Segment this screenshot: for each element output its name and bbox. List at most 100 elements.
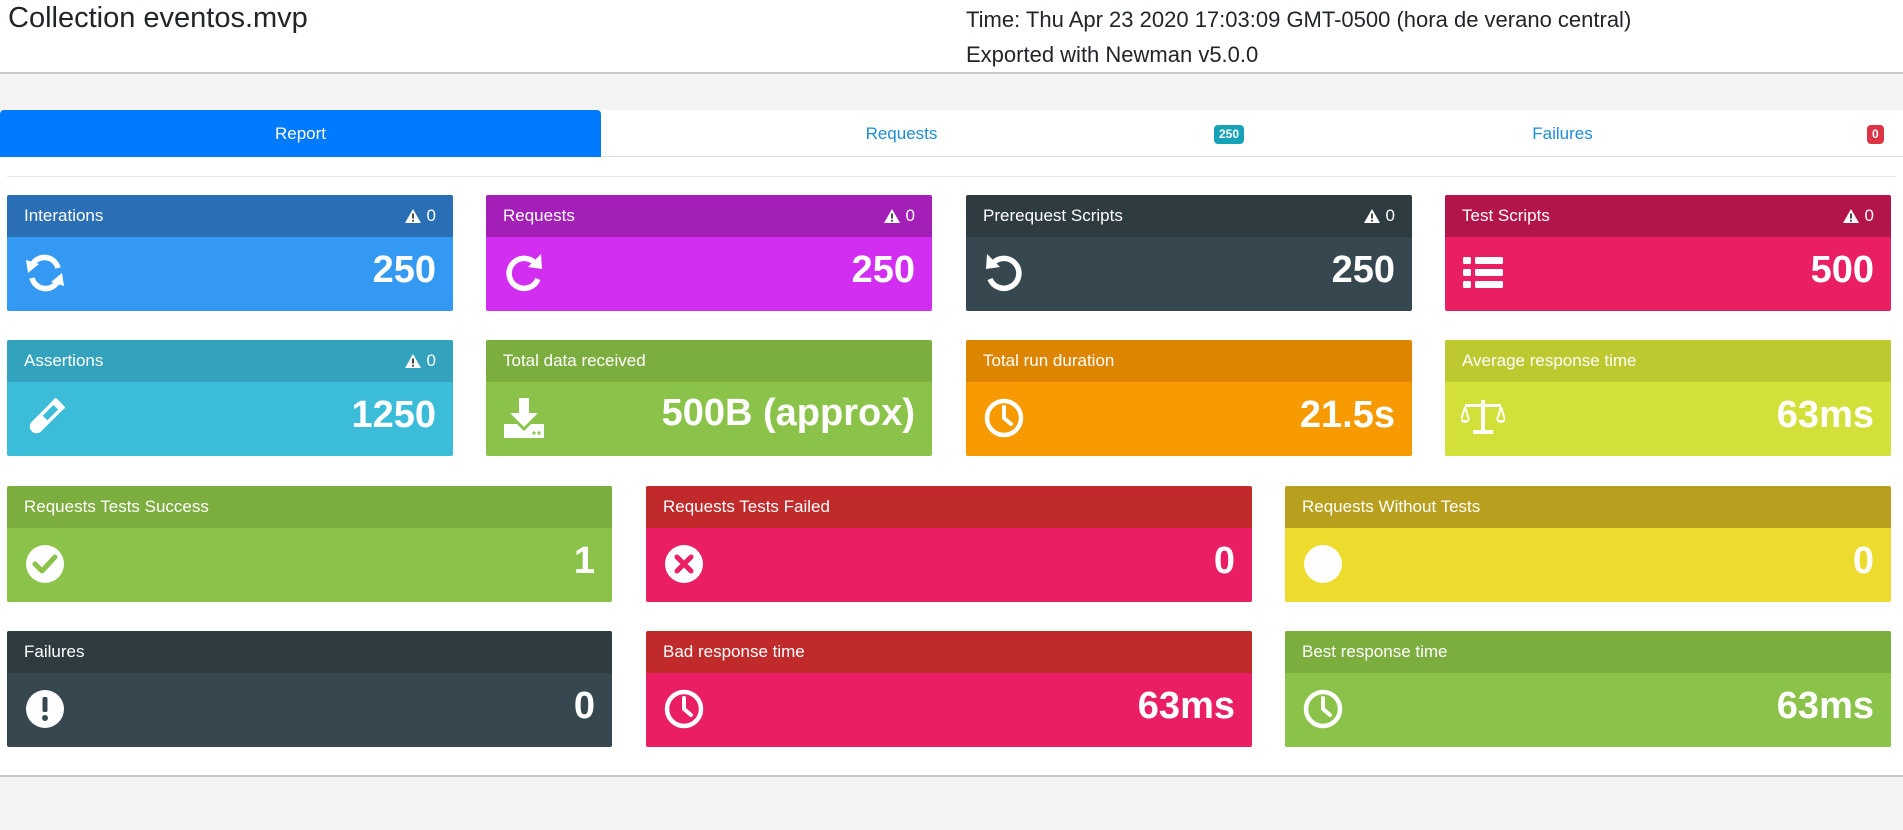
tab-failures[interactable]: Failures 0 — [1262, 110, 1884, 157]
best-response-value: 63ms — [1776, 685, 1874, 727]
warning-count: 0 — [1842, 195, 1874, 237]
card-header: Assertions 0 — [7, 340, 453, 382]
card-title: Requests Tests Failed — [663, 497, 830, 516]
card-title: Total data received — [503, 351, 646, 370]
warning-count: 0 — [883, 195, 915, 237]
warning-icon — [404, 209, 421, 223]
times-circle-icon — [665, 545, 703, 583]
warning-icon — [883, 209, 900, 223]
warning-count: 0 — [1363, 195, 1395, 237]
card-header: Best response time — [1285, 631, 1891, 673]
clock-icon — [1303, 689, 1343, 729]
card-header: Prerequest Scripts 0 — [966, 195, 1412, 237]
assertions-card: Assertions 0 1250 — [7, 340, 453, 456]
warning-count-value: 0 — [1385, 206, 1395, 225]
card-title: Requests Tests Success — [24, 497, 209, 516]
test-scripts-card: Test Scripts 0 500 — [1445, 195, 1891, 311]
warning-count: 0 — [404, 340, 436, 382]
warning-count-value: 0 — [426, 351, 436, 370]
report-meta: Time: Thu Apr 23 2020 17:03:09 GMT-0500 … — [966, 2, 1631, 72]
tab-report-label: Report — [274, 123, 327, 143]
card-body: 63ms — [1445, 382, 1891, 456]
average-response-value: 63ms — [1776, 394, 1874, 436]
circle-icon — [1304, 545, 1342, 583]
card-title: Test Scripts — [1462, 206, 1550, 225]
tab-failures-label: Failures — [1532, 123, 1593, 143]
card-title: Assertions — [24, 351, 104, 370]
warning-count-value: 0 — [426, 206, 436, 225]
card-title: Interations — [24, 206, 104, 225]
card-header: Interations 0 — [7, 195, 453, 237]
warning-icon — [1363, 209, 1380, 223]
card-title: Requests — [503, 206, 575, 225]
warning-icon — [404, 354, 421, 368]
card-header: Requests Tests Failed — [646, 486, 1252, 528]
bad-response-value: 63ms — [1137, 685, 1235, 727]
card-body: 250 — [7, 237, 453, 311]
test-scripts-value: 500 — [1810, 249, 1874, 291]
card-title: Bad response time — [663, 642, 805, 661]
card-body: 1 — [7, 528, 612, 602]
exclamation-circle-icon — [26, 690, 64, 728]
download-icon — [504, 398, 544, 438]
check-circle-icon — [26, 545, 64, 583]
failures-value: 0 — [573, 685, 595, 727]
card-title: Failures — [24, 642, 85, 661]
requests-count-badge: 250 — [1214, 125, 1245, 144]
data-received-card: Total data received 500B (approx) — [486, 340, 932, 456]
prerequest-scripts-card: Prerequest Scripts 0 250 — [966, 195, 1412, 311]
prerequest-value: 250 — [1331, 249, 1395, 291]
card-header: Requests 0 — [486, 195, 932, 237]
balance-scale-icon — [1461, 400, 1505, 434]
card-body: 500B (approx) — [486, 382, 932, 456]
card-body: 500 — [1445, 237, 1891, 311]
data-received-value: 500B (approx) — [661, 392, 915, 434]
card-header: Requests Tests Success — [7, 486, 612, 528]
report-time: Time: Thu Apr 23 2020 17:03:09 GMT-0500 … — [966, 7, 1632, 32]
iterations-value: 250 — [372, 249, 436, 291]
card-title: Best response time — [1302, 642, 1448, 661]
tests-success-value: 1 — [573, 540, 595, 582]
average-response-card: Average response time 63ms — [1445, 340, 1891, 456]
tests-failed-value: 0 — [1213, 540, 1235, 582]
card-title: Requests Without Tests — [1302, 497, 1481, 516]
tests-success-card: Requests Tests Success 1 — [7, 486, 612, 602]
card-title: Average response time — [1462, 351, 1637, 370]
card-title: Prerequest Scripts — [983, 206, 1123, 225]
clock-icon — [664, 689, 704, 729]
card-header: Total run duration — [966, 340, 1412, 382]
without-tests-value: 0 — [1852, 540, 1874, 582]
warning-count-value: 0 — [905, 206, 915, 225]
tab-requests[interactable]: Requests 250 — [601, 110, 1245, 157]
assertions-value: 1250 — [351, 394, 436, 436]
card-header: Test Scripts 0 — [1445, 195, 1891, 237]
card-body: 0 — [7, 673, 612, 747]
card-title: Total run duration — [983, 351, 1115, 370]
divider — [7, 176, 1895, 177]
failures-card: Failures 0 — [7, 631, 612, 747]
warning-icon — [1842, 209, 1859, 223]
list-icon — [1463, 257, 1503, 288]
requests-value: 250 — [851, 249, 915, 291]
flask-icon — [29, 398, 65, 434]
report-tabs: Report Requests 250 Failures 0 — [0, 110, 1903, 157]
warning-count-value: 0 — [1864, 206, 1874, 225]
undo-icon — [986, 254, 1022, 291]
failures-count-badge: 0 — [1867, 125, 1884, 144]
run-duration-card: Total run duration 21.5s — [966, 340, 1412, 456]
sync-icon — [26, 254, 64, 292]
bad-response-card: Bad response time 63ms — [646, 631, 1252, 747]
card-header: Bad response time — [646, 631, 1252, 673]
warning-count: 0 — [404, 195, 436, 237]
card-body: 21.5s — [966, 382, 1412, 456]
card-header: Total data received — [486, 340, 932, 382]
tab-report[interactable]: Report — [0, 110, 601, 157]
card-body: 0 — [646, 528, 1252, 602]
requests-card: Requests 0 250 — [486, 195, 932, 311]
iterations-card: Interations 0 250 — [7, 195, 453, 311]
card-body: 1250 — [7, 382, 453, 456]
tests-failed-card: Requests Tests Failed 0 — [646, 486, 1252, 602]
card-header: Failures — [7, 631, 612, 673]
card-body: 250 — [486, 237, 932, 311]
card-body: 250 — [966, 237, 1412, 311]
